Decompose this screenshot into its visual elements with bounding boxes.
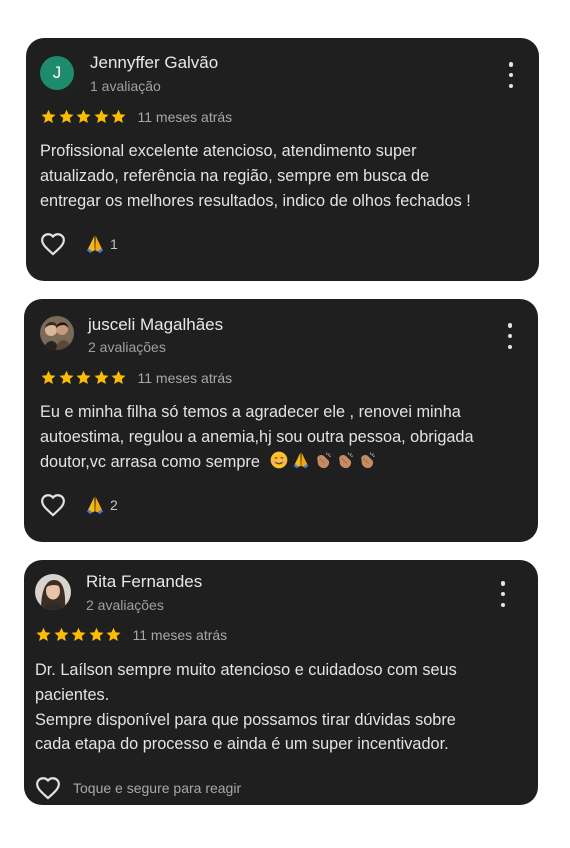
clapping-hands-emoji [317,451,332,468]
star-icon [93,109,109,124]
star-icon [111,370,126,385]
avatar[interactable] [40,316,74,350]
star-rating [40,369,128,386]
review-text-line: entregar os melhores resultados, indico … [40,191,471,210]
review-count: 2 avaliações [88,339,166,355]
review-text-line: Sempre disponível para que possamos tira… [35,710,456,729]
star-icon [71,627,86,642]
heart-icon[interactable] [40,493,66,517]
review-text-line: cada etapa do processo e ainda é um supe… [35,735,449,754]
smiling-face-emoji [271,451,288,468]
rating-row: 11 meses atrás [35,626,227,643]
star-icon [106,627,121,642]
star-icon [76,109,91,124]
reviewer-name[interactable]: Rita Fernandes [86,572,202,592]
review-card: jusceli Magalhães 2 avaliações 11 meses … [24,299,538,542]
star-icon [41,109,56,124]
profile-photo [40,316,74,350]
reaction-count: 2 [110,497,118,513]
review-text-line: atualizado, referência na região, sempre… [40,166,430,185]
more-options-icon[interactable] [497,581,509,607]
avatar[interactable]: J [40,56,74,90]
star-icon [58,109,74,124]
review-card: Rita Fernandes 2 avaliações 11 meses atr… [24,560,538,805]
folded-hands-icon [86,496,104,515]
reactions-row: 1 [40,232,118,256]
star-icon [76,370,91,385]
reactions-row: Toque e segure para reagir [35,776,241,800]
star-icon [41,370,56,385]
more-options-icon[interactable] [504,323,516,349]
review-text-line: pacientes. [35,685,110,704]
review-count: 2 avaliações [86,597,164,613]
rating-row: 11 meses atrás [40,108,232,125]
review-count: 1 avaliação [90,78,161,94]
star-icon [36,627,51,642]
star-icon [111,109,126,124]
review-card: J Jennyffer Galvão 1 avaliação 11 meses … [26,38,539,281]
heart-icon[interactable] [35,776,61,800]
star-icon [88,627,104,642]
reaction-chip[interactable]: 2 [84,494,118,516]
reviewer-name[interactable]: Jennyffer Galvão [90,53,218,73]
reaction-chip[interactable]: 1 [84,233,118,255]
review-text-fragment: doutor,vc arrasa como sempre [40,452,260,471]
folded-hands-icon [86,235,104,254]
star-icon [53,627,69,642]
review-time: 11 meses atrás [137,108,233,125]
avatar[interactable] [35,574,71,610]
review-time: 11 meses atrás [137,369,233,386]
review-text-line: Dr. Laílson sempre muito atencioso e cui… [35,661,457,679]
clapping-hands-emoji [361,451,376,468]
review-text-line: autoestima, regulou a anemia,hj sou outr… [40,427,474,446]
review-text: Dr. Laílson sempre muito atencioso e cui… [35,658,525,757]
reactions-row: 2 [40,493,118,517]
reviewer-name[interactable]: jusceli Magalhães [88,315,223,335]
star-rating [35,626,123,643]
clapping-hands-emoji [339,451,354,468]
rating-row: 11 meses atrás [40,369,232,386]
star-rating [40,108,128,125]
more-options-icon[interactable] [505,62,517,88]
profile-photo [35,574,71,610]
reaction-count: 1 [110,236,118,252]
heart-icon[interactable] [40,232,66,256]
review-text: Profissional excelente atencioso, atendi… [40,139,530,213]
react-hint: Toque e segure para reagir [73,780,242,796]
folded-hands-emoji [293,452,309,468]
avatar-initial: J [52,63,62,82]
review-text-line: Eu e minha filha só temos a agradecer el… [40,403,461,421]
review-text-line: Profissional excelente atencioso, atendi… [40,142,417,160]
review-text: Eu e minha filha só temos a agradecer el… [40,400,530,474]
star-icon [58,370,74,385]
star-icon [93,370,109,385]
review-text-line: doutor,vc arrasa como sempre [40,450,530,475]
review-time: 11 meses atrás [132,626,228,643]
